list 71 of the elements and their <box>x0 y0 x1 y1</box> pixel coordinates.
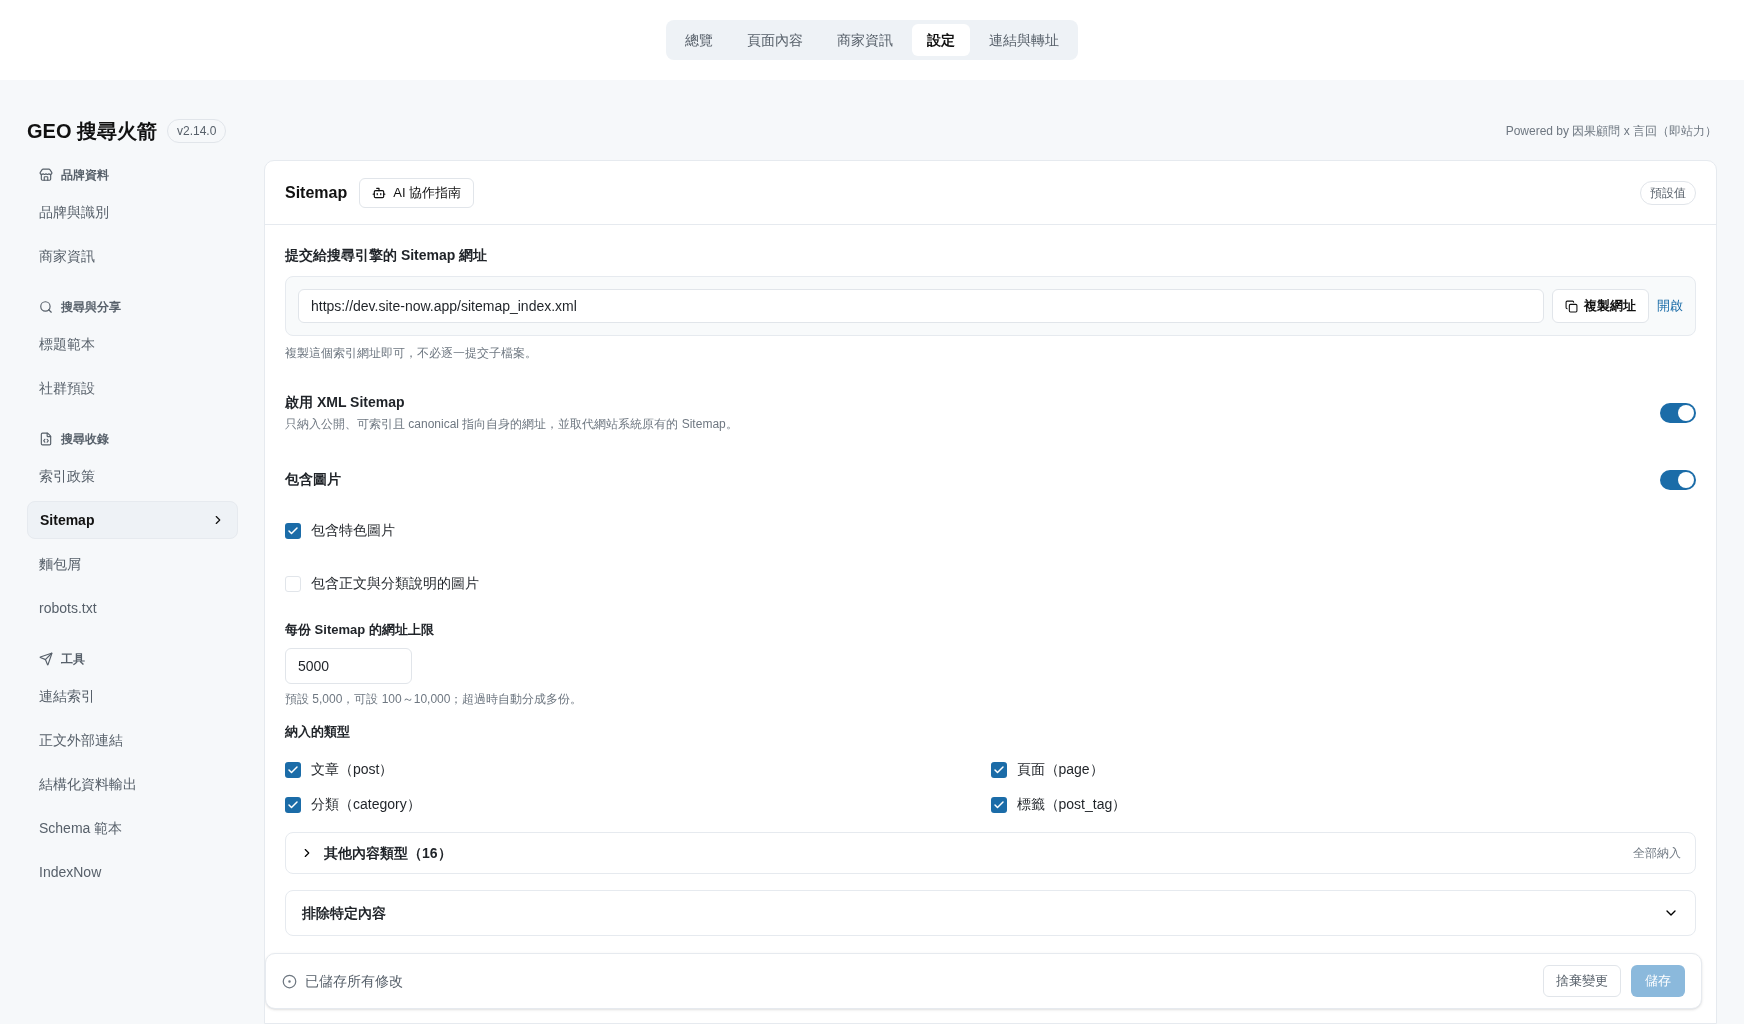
sidebar-item[interactable]: 連結索引 <box>27 677 238 715</box>
sidebar-item[interactable]: 索引政策 <box>27 457 238 495</box>
sidebar-item[interactable]: 麵包屑 <box>27 545 238 583</box>
toggle-label: 啟用 XML Sitemap <box>285 393 406 412</box>
sidebar-item[interactable]: 商家資訊 <box>27 237 238 275</box>
field-label: 提交給搜尋引擎的 Sitemap 網址 <box>285 246 489 265</box>
sidebar-item[interactable]: 正文外部連結 <box>27 721 238 759</box>
checkbox[interactable] <box>990 796 1007 813</box>
other-types-row[interactable]: 其他內容類型（16） 全部納入 <box>285 832 1696 874</box>
store-icon <box>39 168 53 182</box>
top-tab[interactable]: 連結與轉址 <box>974 24 1074 56</box>
status-icon <box>282 973 297 989</box>
checkbox[interactable] <box>285 522 301 539</box>
include-all-button[interactable]: 全部納入 <box>1633 844 1681 862</box>
hint-text: 預設 5,000，可設 100～10,000；超過時自動分成多份。 <box>285 690 584 708</box>
ai-guide-button[interactable]: AI 協作指南 <box>359 177 475 208</box>
copy-icon <box>1565 299 1578 313</box>
robot-icon <box>372 185 387 200</box>
powered-by-text: Powered by 因果顧問 x 言回（即站力） <box>1505 123 1717 140</box>
app-title: GEO 搜尋火箭 <box>27 119 157 144</box>
card-title: Sitemap <box>285 182 348 203</box>
sidebar-item[interactable]: 品牌與識別 <box>27 193 238 231</box>
checkbox[interactable] <box>285 761 301 778</box>
checkbox[interactable] <box>285 796 301 813</box>
file-code-icon <box>39 432 53 446</box>
checkbox-label: 頁面（page） <box>1016 760 1104 779</box>
toggle-switch[interactable] <box>1660 402 1696 423</box>
checkbox[interactable] <box>285 575 301 592</box>
exclusion-card[interactable]: 排除特定內容 <box>285 890 1696 936</box>
toggle-switch[interactable] <box>1660 469 1696 490</box>
top-tab[interactable]: 總覽 <box>670 24 728 56</box>
sidebar-item[interactable]: 標題範本 <box>27 325 238 363</box>
field-label: 納入的類型 <box>285 722 351 741</box>
checkbox-label: 包含特色圖片 <box>311 521 395 540</box>
sidebar-item[interactable]: robots.txt <box>27 589 238 627</box>
toggle-label: 包含圖片 <box>285 470 341 489</box>
check-icon <box>992 798 1005 811</box>
other-types-label: 其他內容類型（16） <box>324 843 452 863</box>
search-icon <box>39 300 53 314</box>
top-tab[interactable]: 頁面內容 <box>732 24 818 56</box>
limit-field[interactable]: 5000 <box>285 647 412 684</box>
sidebar-section-title: 搜尋收錄 <box>61 431 109 448</box>
field-label: 每份 Sitemap 的網址上限 <box>285 621 435 639</box>
check-icon <box>287 763 299 776</box>
open-link[interactable]: 開啟 <box>1657 296 1683 316</box>
check-icon <box>287 798 299 811</box>
sidebar-item[interactable]: Sitemap <box>27 501 238 539</box>
paper-plane-icon <box>39 652 53 666</box>
checkbox-label: 標籤（post_tag） <box>1016 795 1127 814</box>
checkbox[interactable] <box>990 761 1007 778</box>
check-icon <box>992 763 1005 776</box>
sidebar-item[interactable]: Schema 範本 <box>27 809 238 847</box>
url-field[interactable]: https://dev.site-now.app/sitemap_index.xml <box>298 289 1544 323</box>
copy-url-button[interactable]: 複製網址 <box>1552 289 1649 323</box>
checkbox-label: 文章（post） <box>311 760 394 779</box>
check-icon <box>287 524 299 537</box>
top-tab[interactable]: 商家資訊 <box>822 24 908 56</box>
discard-button[interactable]: 捨棄變更 <box>1543 965 1621 997</box>
sidebar-item[interactable]: 結構化資料輸出 <box>27 765 238 803</box>
sidebar-section-title: 搜尋與分享 <box>61 299 121 316</box>
sidebar-item[interactable]: 社群預設 <box>27 369 238 407</box>
sidebar-section-title: 工具 <box>61 651 85 668</box>
checkbox-label: 包含正文與分類說明的圖片 <box>311 574 479 593</box>
checkbox-label: 分類（category） <box>311 795 421 814</box>
exclusion-title: 排除特定內容 <box>302 903 386 923</box>
sidebar-section-title: 品牌資料 <box>61 167 109 184</box>
sidebar-item[interactable]: IndexNow <box>27 853 238 891</box>
toggle-description: 只納入公開、可索引且 canonical 指向自身的網址，並取代網站系統原有的 Sitemap。 <box>285 416 738 433</box>
top-tab[interactable]: 設定 <box>912 24 970 56</box>
save-status: 已儲存所有修改 <box>305 971 403 991</box>
hint-text: 複製這個索引網址即可，不必逐一提交子檔案。 <box>285 345 538 362</box>
